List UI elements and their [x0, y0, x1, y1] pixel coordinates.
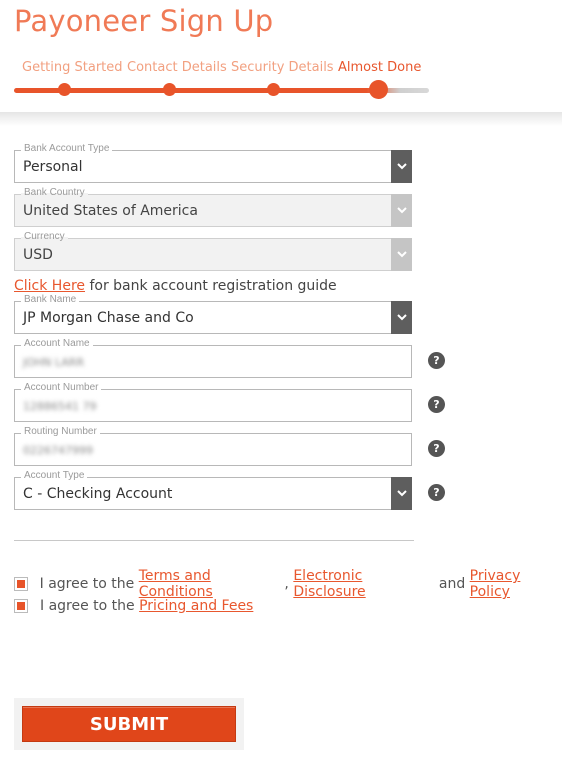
chevron-down-icon[interactable] — [391, 301, 412, 334]
bank-country-select: Bank Country United States of America — [14, 187, 412, 227]
step-dot-3 — [267, 83, 280, 96]
progress-track — [14, 88, 429, 93]
chevron-down-icon — [391, 238, 412, 271]
routing-number-value: 0226747999 — [23, 444, 93, 457]
currency-select: Currency USD — [14, 231, 412, 271]
routing-number-label: Routing Number — [21, 426, 100, 438]
terms-link[interactable]: Terms and Conditions — [139, 568, 285, 600]
step-dot-1 — [58, 83, 71, 96]
bank-name-label: Bank Name — [21, 294, 80, 306]
pricing-agreement: I agree to the Pricing and Fees — [14, 598, 253, 614]
terms-sep: , — [284, 576, 294, 592]
currency-value: USD — [23, 247, 53, 263]
bank-account-type-value: Personal — [23, 159, 83, 175]
terms-prefix: I agree to the — [39, 576, 139, 592]
terms-checkbox[interactable] — [14, 577, 28, 591]
click-here-link[interactable]: Click Here — [14, 278, 85, 294]
bank-guide-text: for bank account registration guide — [85, 278, 337, 294]
submit-button[interactable]: SUBMIT — [22, 706, 236, 742]
electronic-disclosure-link[interactable]: Electronic Disclosure — [293, 568, 434, 600]
bank-name-value: JP Morgan Chase and Co — [23, 310, 194, 326]
help-icon[interactable]: ? — [428, 440, 445, 457]
step-security-details: Security Details — [231, 60, 334, 75]
pricing-prefix: I agree to the — [40, 598, 140, 614]
bank-account-type-label: Bank Account Type — [21, 143, 113, 155]
step-dot-current — [369, 80, 388, 99]
chevron-down-icon[interactable] — [391, 150, 412, 183]
bank-country-label: Bank Country — [21, 187, 88, 199]
account-name-value: JOHN LARR — [23, 356, 85, 369]
chevron-down-icon — [391, 194, 412, 227]
routing-number-field[interactable]: Routing Number 0226747999 — [14, 426, 412, 466]
account-type-select[interactable]: Account Type C - Checking Account — [14, 470, 412, 510]
terms-and: and — [434, 576, 470, 592]
pricing-checkbox[interactable] — [14, 599, 28, 613]
help-icon[interactable]: ? — [428, 352, 445, 369]
account-number-field[interactable]: Account Number 12886541 79 — [14, 382, 412, 422]
help-icon[interactable]: ? — [428, 484, 445, 501]
terms-agreement: I agree to the Terms and Conditions, Ele… — [14, 568, 562, 600]
header-shadow — [0, 112, 562, 126]
step-contact-details: Contact Details — [127, 60, 227, 75]
bank-guide: Click Here for bank account registration… — [14, 278, 337, 294]
account-name-field[interactable]: Account Name JOHN LARR — [14, 338, 412, 378]
submit-area: SUBMIT — [14, 698, 244, 750]
bank-account-type-select[interactable]: Bank Account Type Personal — [14, 143, 412, 183]
account-type-label: Account Type — [21, 470, 88, 482]
page-title: Payoneer Sign Up — [14, 4, 274, 38]
privacy-policy-link[interactable]: Privacy Policy — [470, 568, 562, 600]
step-getting-started: Getting Started — [22, 60, 123, 75]
step-dot-2 — [163, 83, 176, 96]
account-number-label: Account Number — [21, 382, 102, 394]
account-number-value: 12886541 79 — [23, 400, 97, 413]
currency-label: Currency — [21, 231, 68, 243]
help-icon[interactable]: ? — [428, 396, 445, 413]
account-name-label: Account Name — [21, 338, 93, 350]
progress-steps: Getting Started Contact Details Security… — [0, 60, 562, 120]
chevron-down-icon[interactable] — [391, 477, 412, 510]
pricing-fees-link[interactable]: Pricing and Fees — [139, 598, 253, 614]
step-almost-done: Almost Done — [338, 60, 422, 75]
account-type-value: C - Checking Account — [23, 486, 173, 502]
bank-name-select[interactable]: Bank Name JP Morgan Chase and Co — [14, 294, 412, 334]
divider — [14, 540, 414, 541]
bank-country-value: United States of America — [23, 203, 198, 219]
